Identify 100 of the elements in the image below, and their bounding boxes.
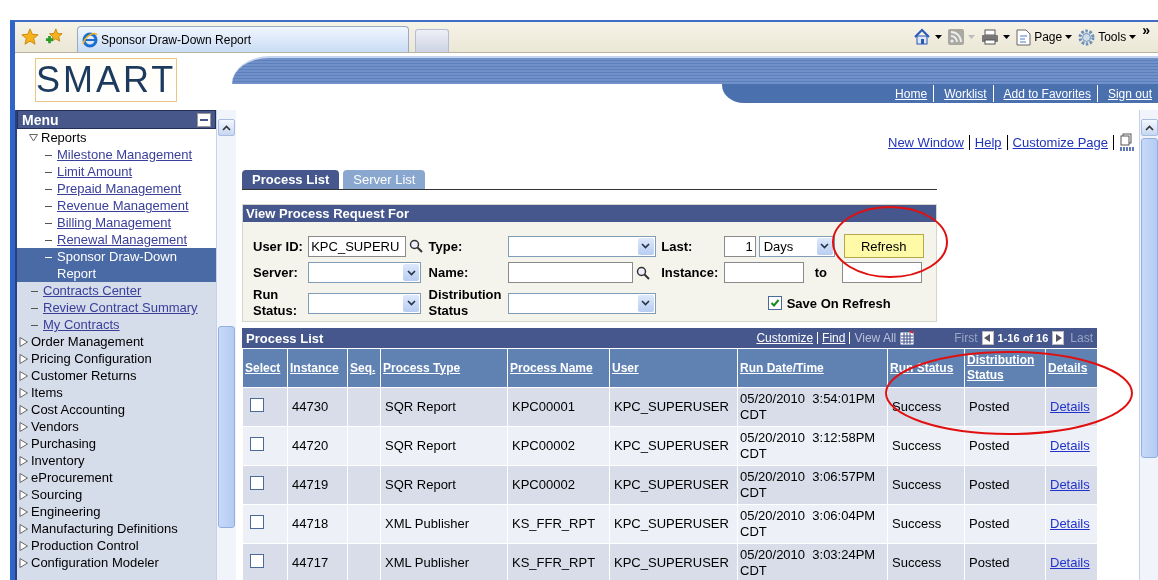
menu-link[interactable]: Review Contract Summary: [43, 299, 198, 316]
menu-folder[interactable]: Vendors: [17, 418, 216, 435]
add-favorite-icon[interactable]: [45, 28, 63, 46]
menu-link[interactable]: Contracts Center: [43, 282, 142, 299]
search-icon[interactable]: [635, 265, 650, 280]
printer-icon[interactable]: [981, 29, 1000, 45]
row-checkbox[interactable]: [250, 437, 264, 451]
table-cell: KPC_SUPERUSER: [609, 387, 738, 427]
grid-title: Process List: [246, 330, 324, 346]
caret-icon[interactable]: [935, 35, 943, 39]
checkbox[interactable]: [767, 296, 782, 310]
menu-folder-label: eProcurement: [31, 470, 113, 485]
chevron-down-icon: [406, 300, 416, 306]
grid-tool-link[interactable]: Customize: [756, 331, 814, 345]
page-menu-button[interactable]: Page: [1016, 28, 1073, 46]
menu-folder[interactable]: eProcurement: [17, 469, 216, 486]
logo: SMART: [35, 58, 177, 102]
nav-link[interactable]: Home: [885, 86, 934, 101]
user-id-field[interactable]: KPC_SUPERU: [308, 235, 407, 257]
caret-icon[interactable]: [1003, 35, 1011, 39]
refresh-button[interactable]: Refresh: [843, 234, 924, 258]
scroll-up-icon[interactable]: [218, 119, 235, 136]
last-count-field[interactable]: 1: [723, 235, 756, 257]
menu-folder[interactable]: Pricing Configuration: [17, 350, 216, 367]
type-dropdown[interactable]: [507, 235, 656, 257]
row-checkbox[interactable]: [250, 476, 264, 490]
chevron-down-icon: [641, 300, 651, 306]
run-status-dropdown[interactable]: [308, 292, 422, 314]
field-label: Last:: [661, 238, 694, 254]
menu-folder-label: Items: [31, 385, 63, 400]
tab[interactable]: Process List: [242, 170, 340, 189]
page-link[interactable]: New Window: [888, 134, 964, 150]
menu-title: Menu: [22, 111, 59, 128]
tools-menu-button[interactable]: Tools: [1078, 28, 1137, 46]
search-icon[interactable]: [409, 239, 424, 253]
menu-folder-label: Vendors: [31, 419, 79, 434]
menu-folder[interactable]: Cost Accounting: [17, 401, 216, 418]
collapse-icon[interactable]: [197, 112, 211, 127]
menu-folder[interactable]: Production Control: [17, 537, 216, 554]
field-label: Type:: [428, 238, 464, 254]
spreadsheet-icon[interactable]: [900, 331, 915, 345]
scroll-up-icon[interactable]: [1140, 119, 1158, 136]
menu-folder-label: Engineering: [31, 504, 101, 519]
menu-folder[interactable]: Purchasing: [17, 435, 216, 452]
page-link[interactable]: Help: [974, 134, 1002, 150]
nav-link[interactable]: Add to Favorites: [993, 86, 1097, 101]
menu-folder[interactable]: Customer Returns: [17, 367, 216, 384]
more-commands-button[interactable]: »: [1142, 22, 1150, 38]
row-checkbox[interactable]: [250, 398, 264, 412]
page-link[interactable]: Customize Page: [1012, 134, 1108, 150]
grid-tool-link[interactable]: Find: [822, 331, 846, 345]
menu-folder-label: Manufacturing Definitions: [31, 521, 178, 536]
table-cell: KPC00002: [507, 465, 610, 505]
table-cell: KPC00002: [507, 426, 610, 466]
nav-link[interactable]: Sign out: [1097, 86, 1158, 101]
scroll-thumb[interactable]: [218, 326, 235, 528]
browser-tab[interactable]: Sponsor Draw-Down Report: [77, 26, 409, 52]
menu-folder[interactable]: Reports: [17, 129, 216, 146]
distribution-status-dropdown[interactable]: [507, 292, 656, 314]
panel-title: View Process Request For: [243, 205, 936, 222]
table-cell: 44719: [287, 465, 348, 505]
menu-folder[interactable]: Manufacturing Definitions: [17, 520, 216, 537]
table-cell: XML Publisher: [380, 504, 508, 544]
scroll-thumb[interactable]: [1140, 138, 1158, 458]
table-cell: KPC_SUPERUSER: [609, 426, 738, 466]
last-unit-dropdown[interactable]: Days: [758, 235, 835, 257]
menu-folder[interactable]: Order Management: [17, 333, 216, 350]
table-cell: Posted: [964, 504, 1046, 544]
menu-folder-label: Production Control: [31, 538, 139, 553]
favorites-star-icon[interactable]: [21, 28, 39, 46]
menu-folder[interactable]: Sourcing: [17, 486, 216, 503]
table-cell: 44717: [287, 543, 348, 580]
menu-link[interactable]: My Contracts: [43, 316, 120, 333]
nav-link[interactable]: Worklist: [934, 86, 993, 101]
table-cell: KPC_SUPERUSER: [609, 504, 738, 544]
table-cell: KPC_SUPERUSER: [609, 465, 738, 505]
previous-page-icon[interactable]: [981, 331, 994, 345]
table-cell: 05/20/2010 3:06:57PM CDT: [737, 465, 888, 505]
server-dropdown[interactable]: [308, 262, 422, 283]
instance-to-field[interactable]: [841, 262, 922, 283]
page-scrollbar[interactable]: [1139, 110, 1158, 580]
http-link-icon[interactable]: [1119, 133, 1135, 151]
table-cell: Success: [887, 465, 965, 505]
browser-logo-icon: [82, 31, 98, 48]
row-checkbox[interactable]: [250, 515, 264, 529]
document-icon: [1016, 28, 1032, 46]
next-page-icon[interactable]: [1052, 331, 1065, 345]
sidebar-scrollbar[interactable]: [216, 110, 236, 580]
row-checkbox[interactable]: [250, 554, 264, 568]
menu-folder[interactable]: Items: [17, 384, 216, 401]
instance-from-field[interactable]: [723, 262, 804, 283]
field-label: Server:: [253, 265, 299, 280]
menu-folder[interactable]: Configuration Modeler: [17, 554, 216, 571]
name-field[interactable]: [507, 262, 633, 283]
home-icon[interactable]: [913, 28, 932, 46]
menu-folder-label: Purchasing: [31, 436, 97, 451]
table-cell: SQR Report: [380, 387, 508, 427]
menu-folder[interactable]: Inventory: [17, 452, 216, 469]
table-cell: 44730: [287, 387, 348, 427]
menu-folder[interactable]: Engineering: [17, 503, 216, 520]
